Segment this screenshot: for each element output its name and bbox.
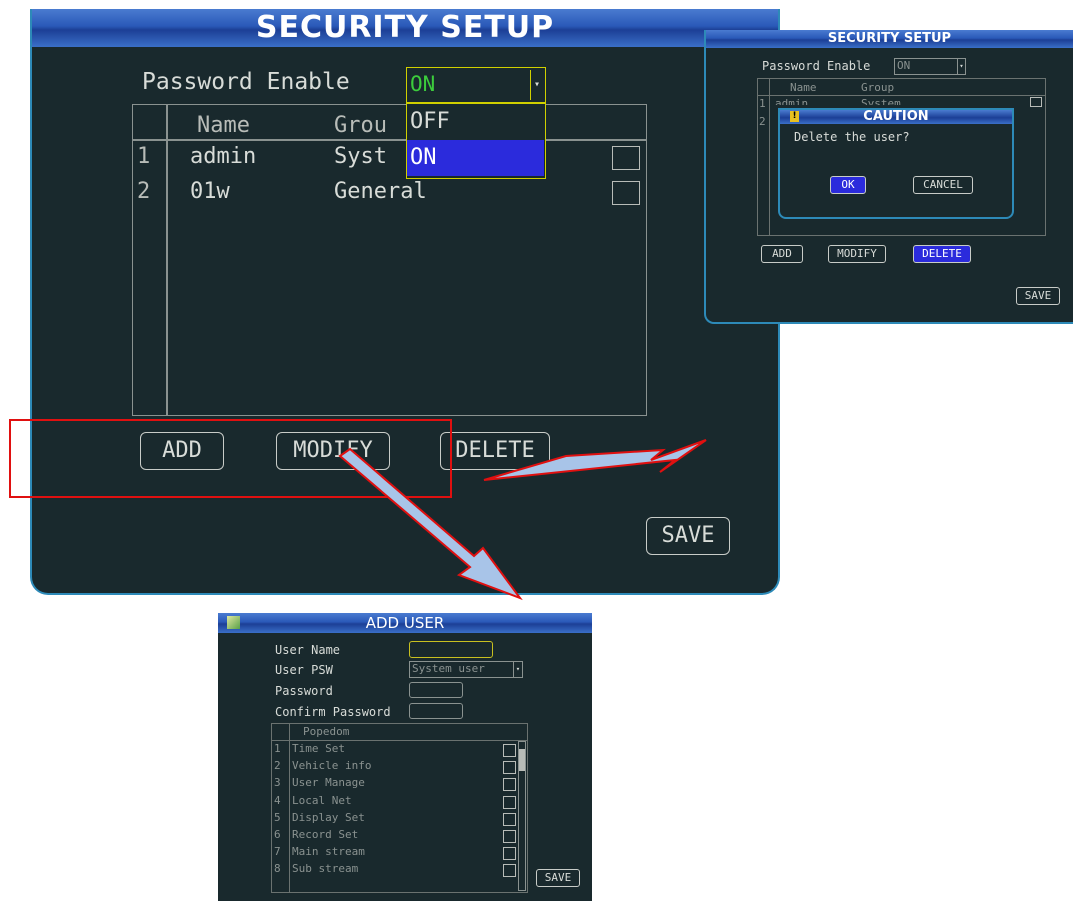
table-column-divider <box>289 723 290 893</box>
table-row-num: 2 <box>137 179 151 204</box>
save-button[interactable]: SAVE <box>1016 287 1060 305</box>
page-title: SECURITY SETUP <box>255 10 555 45</box>
list-item: User Manage <box>292 776 365 790</box>
password-enable-select[interactable]: ON ▾ <box>406 67 546 103</box>
annotation-highlight-box <box>9 419 452 498</box>
caution-message: Delete the user? <box>794 130 910 144</box>
table-header-divider <box>271 740 528 741</box>
user-psw-value: System user <box>412 662 485 675</box>
popedom-checkbox[interactable] <box>503 778 516 792</box>
list-item: Display Set <box>292 810 365 824</box>
security-setup-panel: SECURITY SETUP Password Enable ON ▾ Name… <box>30 9 780 595</box>
table-row-num: 1 <box>759 97 766 110</box>
table-row-name[interactable]: 01w <box>190 179 230 204</box>
page-title: SECURITY SETUP <box>827 31 952 46</box>
save-button[interactable]: SAVE <box>536 869 580 887</box>
add-button[interactable]: ADD <box>761 245 803 263</box>
list-item-num: 4 <box>274 793 281 807</box>
popedom-checkbox[interactable] <box>503 761 516 775</box>
confirm-password-field[interactable] <box>409 703 463 719</box>
save-button[interactable]: SAVE <box>646 517 730 555</box>
list-item-num: 2 <box>274 759 281 773</box>
modify-button[interactable]: MODIFY <box>828 245 886 263</box>
row-checkbox[interactable] <box>1030 97 1042 107</box>
column-header-popedom: Popedom <box>303 725 350 738</box>
chevron-down-icon[interactable]: ▾ <box>513 662 522 677</box>
window-icon <box>227 616 240 629</box>
popedom-checkbox[interactable] <box>503 812 516 826</box>
popedom-checkbox[interactable] <box>503 795 516 809</box>
table-header-divider <box>132 139 647 141</box>
table-column-divider <box>769 78 770 236</box>
title-bar: SECURITY SETUP <box>32 9 778 47</box>
password-label: Password <box>275 684 333 698</box>
table-header-divider <box>757 95 1046 96</box>
chevron-down-icon[interactable]: ▾ <box>530 70 543 100</box>
caution-title-bar: ! CAUTION <box>780 109 1012 124</box>
popedom-checkbox[interactable] <box>503 744 516 757</box>
title-bar: ADD USER <box>218 613 592 633</box>
table-row-num: 2 <box>759 115 766 128</box>
dropdown-option-on[interactable]: ON <box>407 140 544 176</box>
list-item-num: 3 <box>274 776 281 790</box>
user-psw-select[interactable]: System user ▾ <box>409 661 523 678</box>
add-user-screen: ADD USER User Name User PSW System user … <box>218 613 592 901</box>
list-item-num: 6 <box>274 828 281 841</box>
popedom-checkbox[interactable] <box>503 864 516 878</box>
column-header-group: Grou <box>334 113 387 138</box>
list-item-num: 5 <box>274 810 281 824</box>
table-row-name: admin <box>775 97 809 105</box>
caution-dialog: ! CAUTION Delete the user? OK CANCEL <box>778 108 1014 219</box>
delete-button[interactable]: DELETE <box>440 432 550 470</box>
table-column-divider <box>166 104 168 416</box>
row-checkbox[interactable] <box>612 146 640 170</box>
scrollbar[interactable] <box>518 741 526 891</box>
list-item-num: 7 <box>274 845 281 859</box>
table-row-num: 1 <box>137 144 151 169</box>
delete-confirm-screen: SECURITY SETUP Password Enable ON ▾ Name… <box>704 30 1073 324</box>
list-item: Sub stream <box>292 862 359 876</box>
title-bar: SECURITY SETUP <box>706 30 1073 48</box>
user-name-label: User Name <box>275 643 341 657</box>
list-item: Local Net <box>292 793 352 807</box>
password-enable-label: Password Enable <box>762 59 871 73</box>
list-item: Vehicle info <box>292 759 372 773</box>
user-name-field[interactable] <box>409 641 493 658</box>
password-enable-label: Password Enable <box>142 69 350 95</box>
list-item: Main stream <box>292 845 365 859</box>
user-psw-label: User PSW <box>275 663 333 677</box>
column-header-group: Group <box>861 81 895 94</box>
page-title: ADD USER <box>365 614 445 632</box>
table-row-group: Syst <box>334 144 387 169</box>
list-item-num: 1 <box>274 742 281 755</box>
table-row-name[interactable]: admin <box>190 144 256 169</box>
table-row-group: General <box>334 179 427 204</box>
delete-button[interactable]: DELETE <box>913 245 971 263</box>
column-header-name: Name <box>197 113 250 138</box>
dropdown-option-off[interactable]: OFF <box>407 104 544 140</box>
password-enable-select[interactable]: ON ▾ <box>894 58 966 75</box>
chevron-down-icon[interactable]: ▾ <box>957 59 965 74</box>
password-enable-value: ON <box>897 59 911 72</box>
list-item: Time Set <box>292 742 345 755</box>
popedom-checkbox[interactable] <box>503 847 516 861</box>
row-checkbox[interactable] <box>612 181 640 205</box>
password-enable-dropdown-list: OFF ON <box>406 103 546 179</box>
list-item-num: 8 <box>274 862 281 876</box>
password-enable-value: ON <box>410 72 436 96</box>
ok-button[interactable]: OK <box>830 176 866 194</box>
cancel-button[interactable]: CANCEL <box>913 176 973 194</box>
password-field[interactable] <box>409 682 463 698</box>
confirm-password-label: Confirm Password <box>275 705 391 719</box>
list-item: Record Set <box>292 828 359 841</box>
caution-title: CAUTION <box>863 109 929 124</box>
scrollbar-thumb[interactable] <box>519 749 525 771</box>
popedom-checkbox[interactable] <box>503 830 516 843</box>
column-header-name: Name <box>790 81 817 94</box>
table-row-group: System <box>861 97 901 105</box>
